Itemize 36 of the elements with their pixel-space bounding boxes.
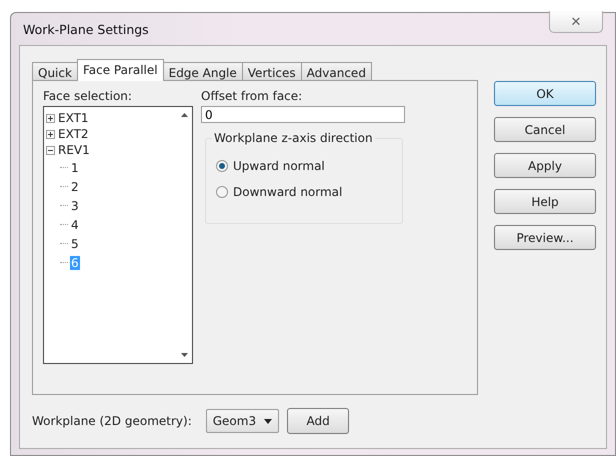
dialog-button[interactable]: Apply [494,153,596,178]
face-list[interactable]: EXT1 EXT2 REV1 1 2 3 4 5 6 [43,106,193,364]
field-label: Workplane (2D geometry): [32,414,192,428]
add-button[interactable]: Add [287,408,350,434]
window-title: Work-Plane Settings [23,22,149,36]
scroll-up-icon[interactable] [180,113,188,117]
scroll-down-icon[interactable] [180,353,188,357]
tab[interactable]: Face Parallel [76,59,164,81]
expand-icon[interactable] [46,130,55,138]
tab[interactable]: Edge Angle [162,62,243,80]
tree-item[interactable]: EXT1 [57,111,90,125]
collapse-icon[interactable] [46,146,55,154]
group-title: Workplane z-axis direction [212,131,375,145]
offset-field[interactable]: 0 [201,106,405,123]
geometry-dropdown[interactable]: Geom3 [206,409,280,433]
expand-icon[interactable] [46,114,55,122]
tab[interactable]: Vertices [242,62,302,80]
field-label: Offset from face: [201,89,304,103]
tab[interactable]: Quick [32,62,78,80]
dialog-button[interactable]: OK [494,81,596,106]
dialog-button[interactable]: Help [494,189,596,214]
tree-item[interactable]: 5 [70,236,80,250]
caret-icon [264,418,272,424]
tree-item[interactable]: 2 [70,180,80,194]
tree-item[interactable]: 1 [70,160,80,174]
tree-item[interactable]: EXT2 [57,127,90,141]
tab[interactable]: Advanced [300,62,372,80]
dialog-button[interactable]: Cancel [494,117,596,142]
close-button[interactable]: ✕ [549,11,603,33]
tree-item[interactable]: 4 [70,218,80,232]
field-label: Face selection: [43,89,133,103]
radio-option[interactable]: Downward normal [216,185,394,199]
tree-item[interactable]: 3 [70,198,80,212]
radio-option[interactable]: Upward normal [216,159,394,173]
tree-item[interactable]: REV1 [57,143,91,157]
dialog-button[interactable]: Preview... [494,225,596,250]
